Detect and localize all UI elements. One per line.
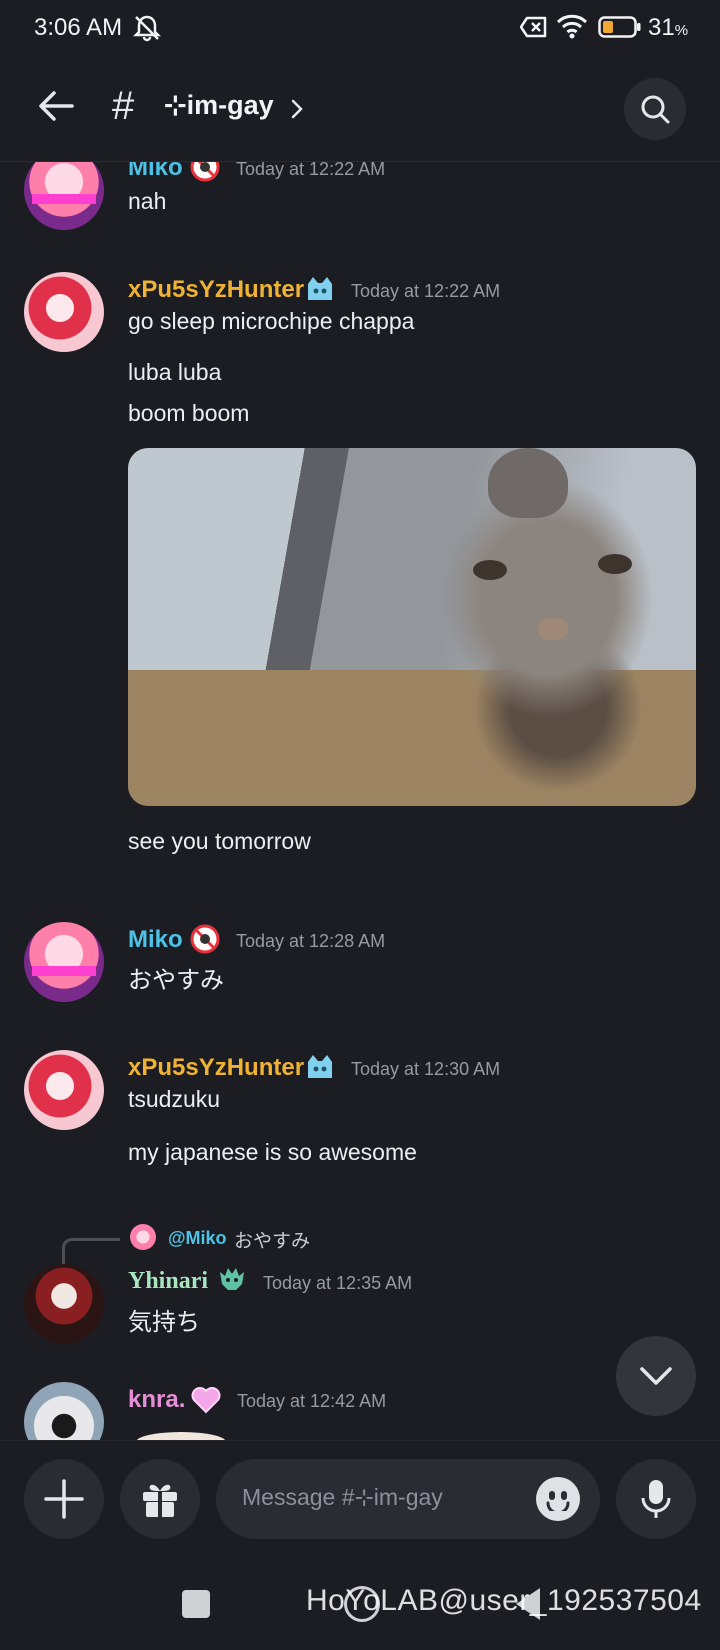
message-text: おやすみ xyxy=(128,967,224,994)
gift-icon xyxy=(143,1484,177,1518)
recents-button[interactable] xyxy=(182,1590,210,1618)
channel-hash-icon: # xyxy=(112,84,135,128)
message-author[interactable]: Yhinari xyxy=(128,1268,208,1295)
system-nav-bar: HoYoLAB@user_192537504 xyxy=(0,1560,720,1650)
avatar[interactable] xyxy=(24,1050,104,1130)
battery-icon xyxy=(598,16,641,38)
message-composer: Message #⊹im-gay xyxy=(0,1440,720,1560)
message-timestamp: Today at 12:28 AM xyxy=(236,931,386,951)
reply-author[interactable]: @Miko xyxy=(168,1228,227,1249)
message-text: tsudzuku xyxy=(128,1086,221,1112)
anime-character-badge-icon xyxy=(308,277,332,300)
message-author[interactable]: Miko xyxy=(128,926,183,954)
message-author[interactable]: xPu5sYzHunter xyxy=(128,1054,304,1082)
avatar[interactable] xyxy=(24,162,104,230)
wifi-icon xyxy=(556,14,588,39)
heart-badge-icon xyxy=(191,1387,221,1414)
add-attachment-button[interactable] xyxy=(24,1459,104,1539)
message-author[interactable]: xPu5sYzHunter xyxy=(128,276,304,304)
message-timestamp: Today at 12:35 AM xyxy=(263,1273,413,1293)
avatar[interactable] xyxy=(24,272,104,352)
chevron-right-icon[interactable] xyxy=(290,98,304,120)
message-timestamp: Today at 12:22 AM xyxy=(351,281,501,301)
chevron-down-icon xyxy=(640,1367,672,1385)
search-button[interactable] xyxy=(624,78,686,140)
message-text: see you tomorrow xyxy=(128,828,311,854)
message-text: boom boom xyxy=(128,400,250,426)
reply-text[interactable]: おやすみ xyxy=(234,1226,310,1253)
message-input-placeholder: Message #⊹im-gay xyxy=(242,1484,443,1510)
message-author[interactable]: Miko xyxy=(128,162,183,182)
message-list[interactable]: Miko Today at 12:22 AM nah xPu5sYzHunter… xyxy=(0,162,720,1440)
message-text: luba luba xyxy=(128,359,222,385)
channel-name[interactable]: ⊹im-gay xyxy=(164,90,274,121)
message-text: 気持ち xyxy=(128,1309,200,1336)
no-symbol-badge-icon xyxy=(190,162,220,182)
message-text: nah xyxy=(128,188,167,214)
avatar[interactable] xyxy=(24,1382,104,1440)
avatar[interactable] xyxy=(24,1264,104,1344)
avatar[interactable] xyxy=(24,922,104,1002)
status-time: 3:06 AM xyxy=(34,14,123,41)
message-author[interactable]: knra. xyxy=(128,1386,185,1414)
reply-connector xyxy=(62,1238,120,1266)
no-symbol-badge-icon xyxy=(190,924,220,954)
oni-mask-badge-icon xyxy=(220,1268,244,1290)
battery-percent: 31% xyxy=(648,14,689,41)
sticker-preview[interactable] xyxy=(136,1432,226,1440)
channel-header: # ⊹im-gay xyxy=(0,56,720,162)
message-text: my japanese is so awesome xyxy=(128,1139,417,1165)
message-timestamp: Today at 12:30 AM xyxy=(351,1059,501,1079)
plus-icon xyxy=(44,1479,84,1519)
battery-saver-icon xyxy=(520,16,547,38)
message-input[interactable]: Message #⊹im-gay xyxy=(216,1459,600,1539)
status-bar: 3:06 AM 31% xyxy=(0,0,720,56)
muted-bell-icon xyxy=(132,15,162,42)
message-timestamp: Today at 12:22 AM xyxy=(236,162,386,179)
voice-message-button[interactable] xyxy=(616,1459,696,1539)
emoji-icon[interactable] xyxy=(536,1477,580,1521)
microphone-icon xyxy=(641,1480,671,1518)
watermark: HoYoLAB@user_192537504 xyxy=(306,1584,702,1617)
cat-gif-attachment[interactable] xyxy=(128,448,696,806)
message-timestamp: Today at 12:42 AM xyxy=(237,1391,387,1411)
anime-character-badge-icon xyxy=(308,1055,332,1078)
back-arrow-icon[interactable] xyxy=(36,86,76,126)
scroll-to-bottom-button[interactable] xyxy=(616,1336,696,1416)
gift-button[interactable] xyxy=(120,1459,200,1539)
search-icon xyxy=(641,95,670,124)
message-text: go sleep microchipe chappa xyxy=(128,308,415,334)
reply-avatar xyxy=(130,1224,156,1250)
